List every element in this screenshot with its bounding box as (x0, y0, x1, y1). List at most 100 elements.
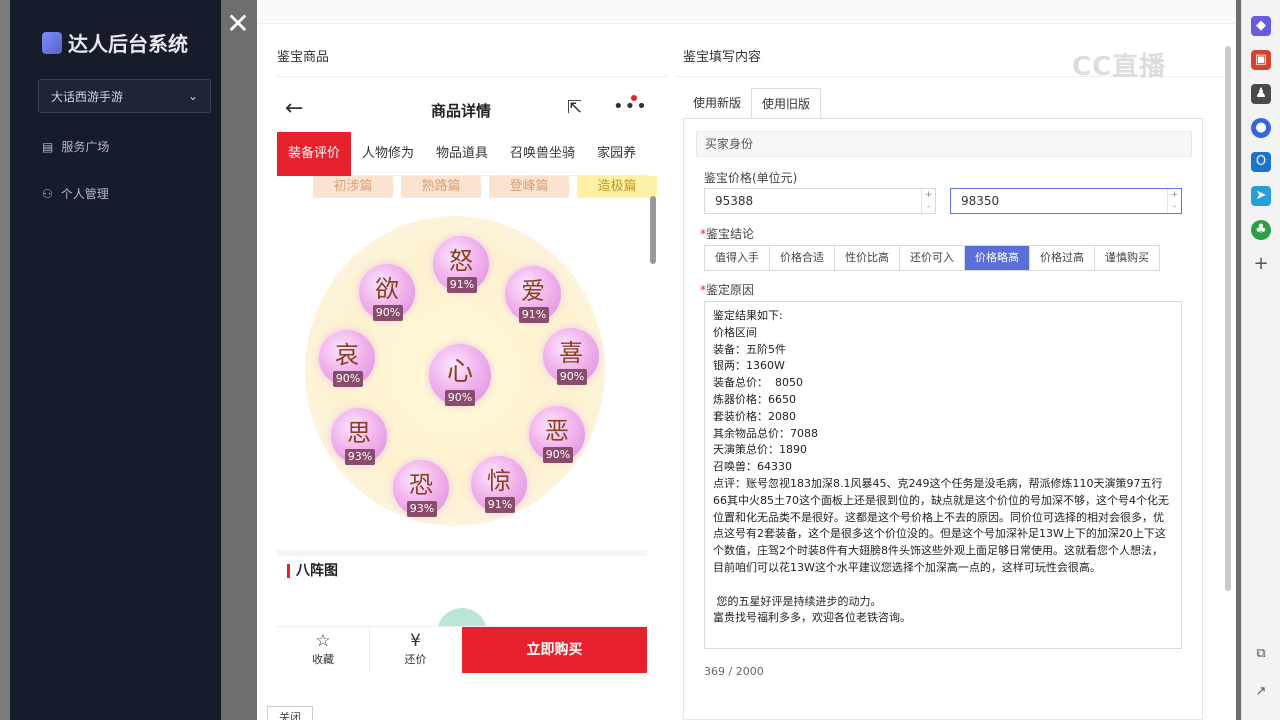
buy-now-button[interactable]: 立即购买 (462, 627, 647, 673)
section-divider (277, 550, 647, 556)
price-label: 鉴宝价格(单位元) (704, 171, 798, 185)
orb-percent: 90% (333, 371, 363, 387)
building-icon: ▤ (42, 139, 54, 154)
appraisal-form: 买家身份 鉴宝价格(单位元) 95388 + - 98350 + - *鉴宝结论 值… (683, 118, 1203, 720)
emotion-orb: 恐 93% (393, 460, 449, 517)
send-icon[interactable]: ➤ (1251, 186, 1271, 206)
phone-bottom-bar: ☆ 收藏 ¥ 还价 立即购买 (277, 626, 647, 673)
conclusion-option[interactable]: 价格合适 (770, 246, 835, 270)
brand-title: 达人后台系统 (68, 32, 188, 56)
number-stepper[interactable]: + - (921, 189, 935, 213)
sidebar-item-label: 服务广场 (61, 140, 110, 154)
notification-dot (631, 95, 637, 101)
level-tab-active[interactable]: 造极篇 (577, 176, 657, 198)
reason-label: *鉴定原因 (700, 281, 754, 298)
emotion-orb: 爱 91% (505, 266, 561, 323)
price-low-input[interactable]: 95388 + - (704, 188, 936, 214)
tab-home[interactable]: 家园养 (586, 132, 647, 176)
emotion-orb: 思 93% (331, 408, 387, 465)
emotion-orb: 喜 90% (543, 328, 599, 385)
emotion-orb: 恶 90% (529, 406, 585, 463)
conclusion-option[interactable]: 性价比高 (835, 246, 900, 270)
conclusion-option[interactable]: 谨慎购买 (1095, 246, 1159, 270)
favorite-button[interactable]: ☆ 收藏 (277, 627, 369, 673)
orb-char: 思 (347, 419, 371, 447)
orb-percent: 91% (519, 307, 549, 323)
phone-tabs: 装备评价 人物修为 物品道具 召唤兽坐骑 家园养 (277, 132, 647, 176)
yen-icon: ¥ (410, 631, 421, 651)
level-tabs: 初涉篇 熟路篇 登峰篇 造极篇 (313, 176, 657, 198)
tag-icon[interactable]: ◆ (1251, 16, 1271, 36)
orb-percent: 90% (373, 305, 403, 321)
orb-percent: 90% (445, 390, 475, 406)
orb-char: 恶 (545, 417, 569, 445)
orb-percent: 93% (345, 449, 375, 465)
divider (277, 76, 667, 77)
product-preview-phone: ← 商品详情 ⇱ ••• 装备评价 人物修为 物品道具 召唤兽坐骑 家园养 初涉… (277, 88, 657, 673)
screenshot-icon[interactable]: ⧉ (1251, 644, 1271, 664)
tab-pets[interactable]: 召唤兽坐骑 (499, 132, 586, 176)
number-stepper[interactable]: + - (1167, 189, 1181, 213)
sidebar-item-service-square[interactable]: ▤ 服务广场 (42, 138, 109, 155)
tab-items[interactable]: 物品道具 (425, 132, 499, 176)
level-tab[interactable]: 登峰篇 (489, 176, 569, 198)
orb-char: 怒 (449, 247, 473, 275)
close-button[interactable]: 关闭 (267, 706, 313, 720)
conclusion-options: 值得入手 价格合适 性价比高 还价可入 价格略高 价格过高 谨慎购买 (704, 245, 1160, 271)
conclusion-option[interactable]: 价格过高 (1030, 246, 1095, 270)
form-scrollbar[interactable] (1223, 30, 1233, 690)
tab-character[interactable]: 人物修为 (351, 132, 425, 176)
form-version-tabs: 使用新版 使用旧版 (683, 88, 822, 118)
tree-icon[interactable]: ♣ (1251, 220, 1271, 240)
bargain-button[interactable]: ¥ 还价 (369, 627, 461, 673)
orb-char: 惊 (487, 467, 511, 495)
emotion-orb: 惊 91% (471, 456, 527, 513)
appraisal-drawer: 鉴宝商品 鉴宝填写内容 CC直播 ← 商品详情 ⇱ ••• 装备评价 人物修为 … (257, 0, 1236, 720)
chess-icon[interactable]: ♟ (1251, 84, 1271, 104)
orb-percent: 90% (543, 447, 573, 463)
conclusion-option[interactable]: 值得入手 (705, 246, 770, 270)
scrollbar-thumb[interactable] (1225, 46, 1231, 591)
copilot-icon[interactable]: ● (1251, 118, 1271, 138)
phone-scrollbar[interactable] (649, 92, 657, 672)
game-select-value: 大话西游手游 (51, 89, 124, 104)
browser-side-toolbar: ◆ ▣ ♟ ● O ➤ ♣ + ⧉ ↗ (1241, 0, 1280, 720)
level-tab[interactable]: 初涉篇 (313, 176, 393, 198)
conclusion-option[interactable]: 还价可入 (900, 246, 965, 270)
phone-header: ← 商品详情 ⇱ ••• (277, 88, 657, 132)
conclusion-label-text: 鉴宝结论 (706, 227, 755, 241)
add-icon[interactable]: + (1251, 254, 1271, 274)
orb-percent: 90% (557, 369, 587, 385)
sidebar-item-label: 个人管理 (60, 187, 109, 201)
game-select[interactable]: 大话西游手游 ⌄ (38, 79, 211, 113)
emotion-orb: 怒 91% (433, 236, 489, 293)
close-icon[interactable]: ✕ (224, 10, 252, 38)
level-tab[interactable]: 熟路篇 (401, 176, 481, 198)
external-link-icon[interactable]: ↗ (1251, 682, 1271, 702)
admin-sidebar: 达人后台系统 大话西游手游 ⌄ ▤ 服务广场 ⚇ 个人管理 (10, 0, 221, 720)
emotion-orb-center: 心 90% (429, 344, 491, 406)
orb-char: 喜 (559, 339, 583, 367)
star-icon: ☆ (315, 631, 331, 651)
orb-percent: 91% (447, 277, 477, 293)
app-root: 达人后台系统 大话西游手游 ⌄ ▤ 服务广场 ⚇ 个人管理 ✕ 鉴宝商品 鉴宝填… (0, 0, 1280, 720)
outlook-icon[interactable]: O (1251, 152, 1271, 172)
tab-old-version[interactable]: 使用旧版 (751, 88, 822, 118)
tab-equipment[interactable]: 装备评价 (277, 132, 352, 176)
share-icon[interactable]: ⇱ (567, 97, 582, 118)
bargain-label: 还价 (404, 653, 427, 666)
price-high-input[interactable]: 98350 + - (950, 188, 1182, 214)
right-panel-title: 鉴宝填写内容 (683, 50, 762, 65)
tab-new-version[interactable]: 使用新版 (683, 88, 751, 118)
orb-char: 爱 (521, 277, 545, 305)
emotion-wheel: 怒 91% 爱 91% 喜 90% 恶 90% 惊 91% 恐 93% 思 93% 哀 90% … (305, 216, 605, 526)
conclusion-option-selected[interactable]: 价格略高 (965, 246, 1030, 270)
scrollbar-thumb[interactable] (650, 196, 656, 264)
brand-logo-icon (42, 31, 62, 54)
section-title: 八阵图 (287, 564, 338, 578)
conclusion-label: *鉴宝结论 (700, 225, 754, 242)
orb-char: 哀 (335, 341, 359, 369)
toolbox-icon[interactable]: ▣ (1251, 50, 1271, 70)
reason-textarea[interactable]: 鉴定结果如下: 价格区间 装备：五阶5件 银两：1360W 装备总价： 8050… (704, 301, 1182, 649)
sidebar-item-personal[interactable]: ⚇ 个人管理 (42, 185, 109, 202)
